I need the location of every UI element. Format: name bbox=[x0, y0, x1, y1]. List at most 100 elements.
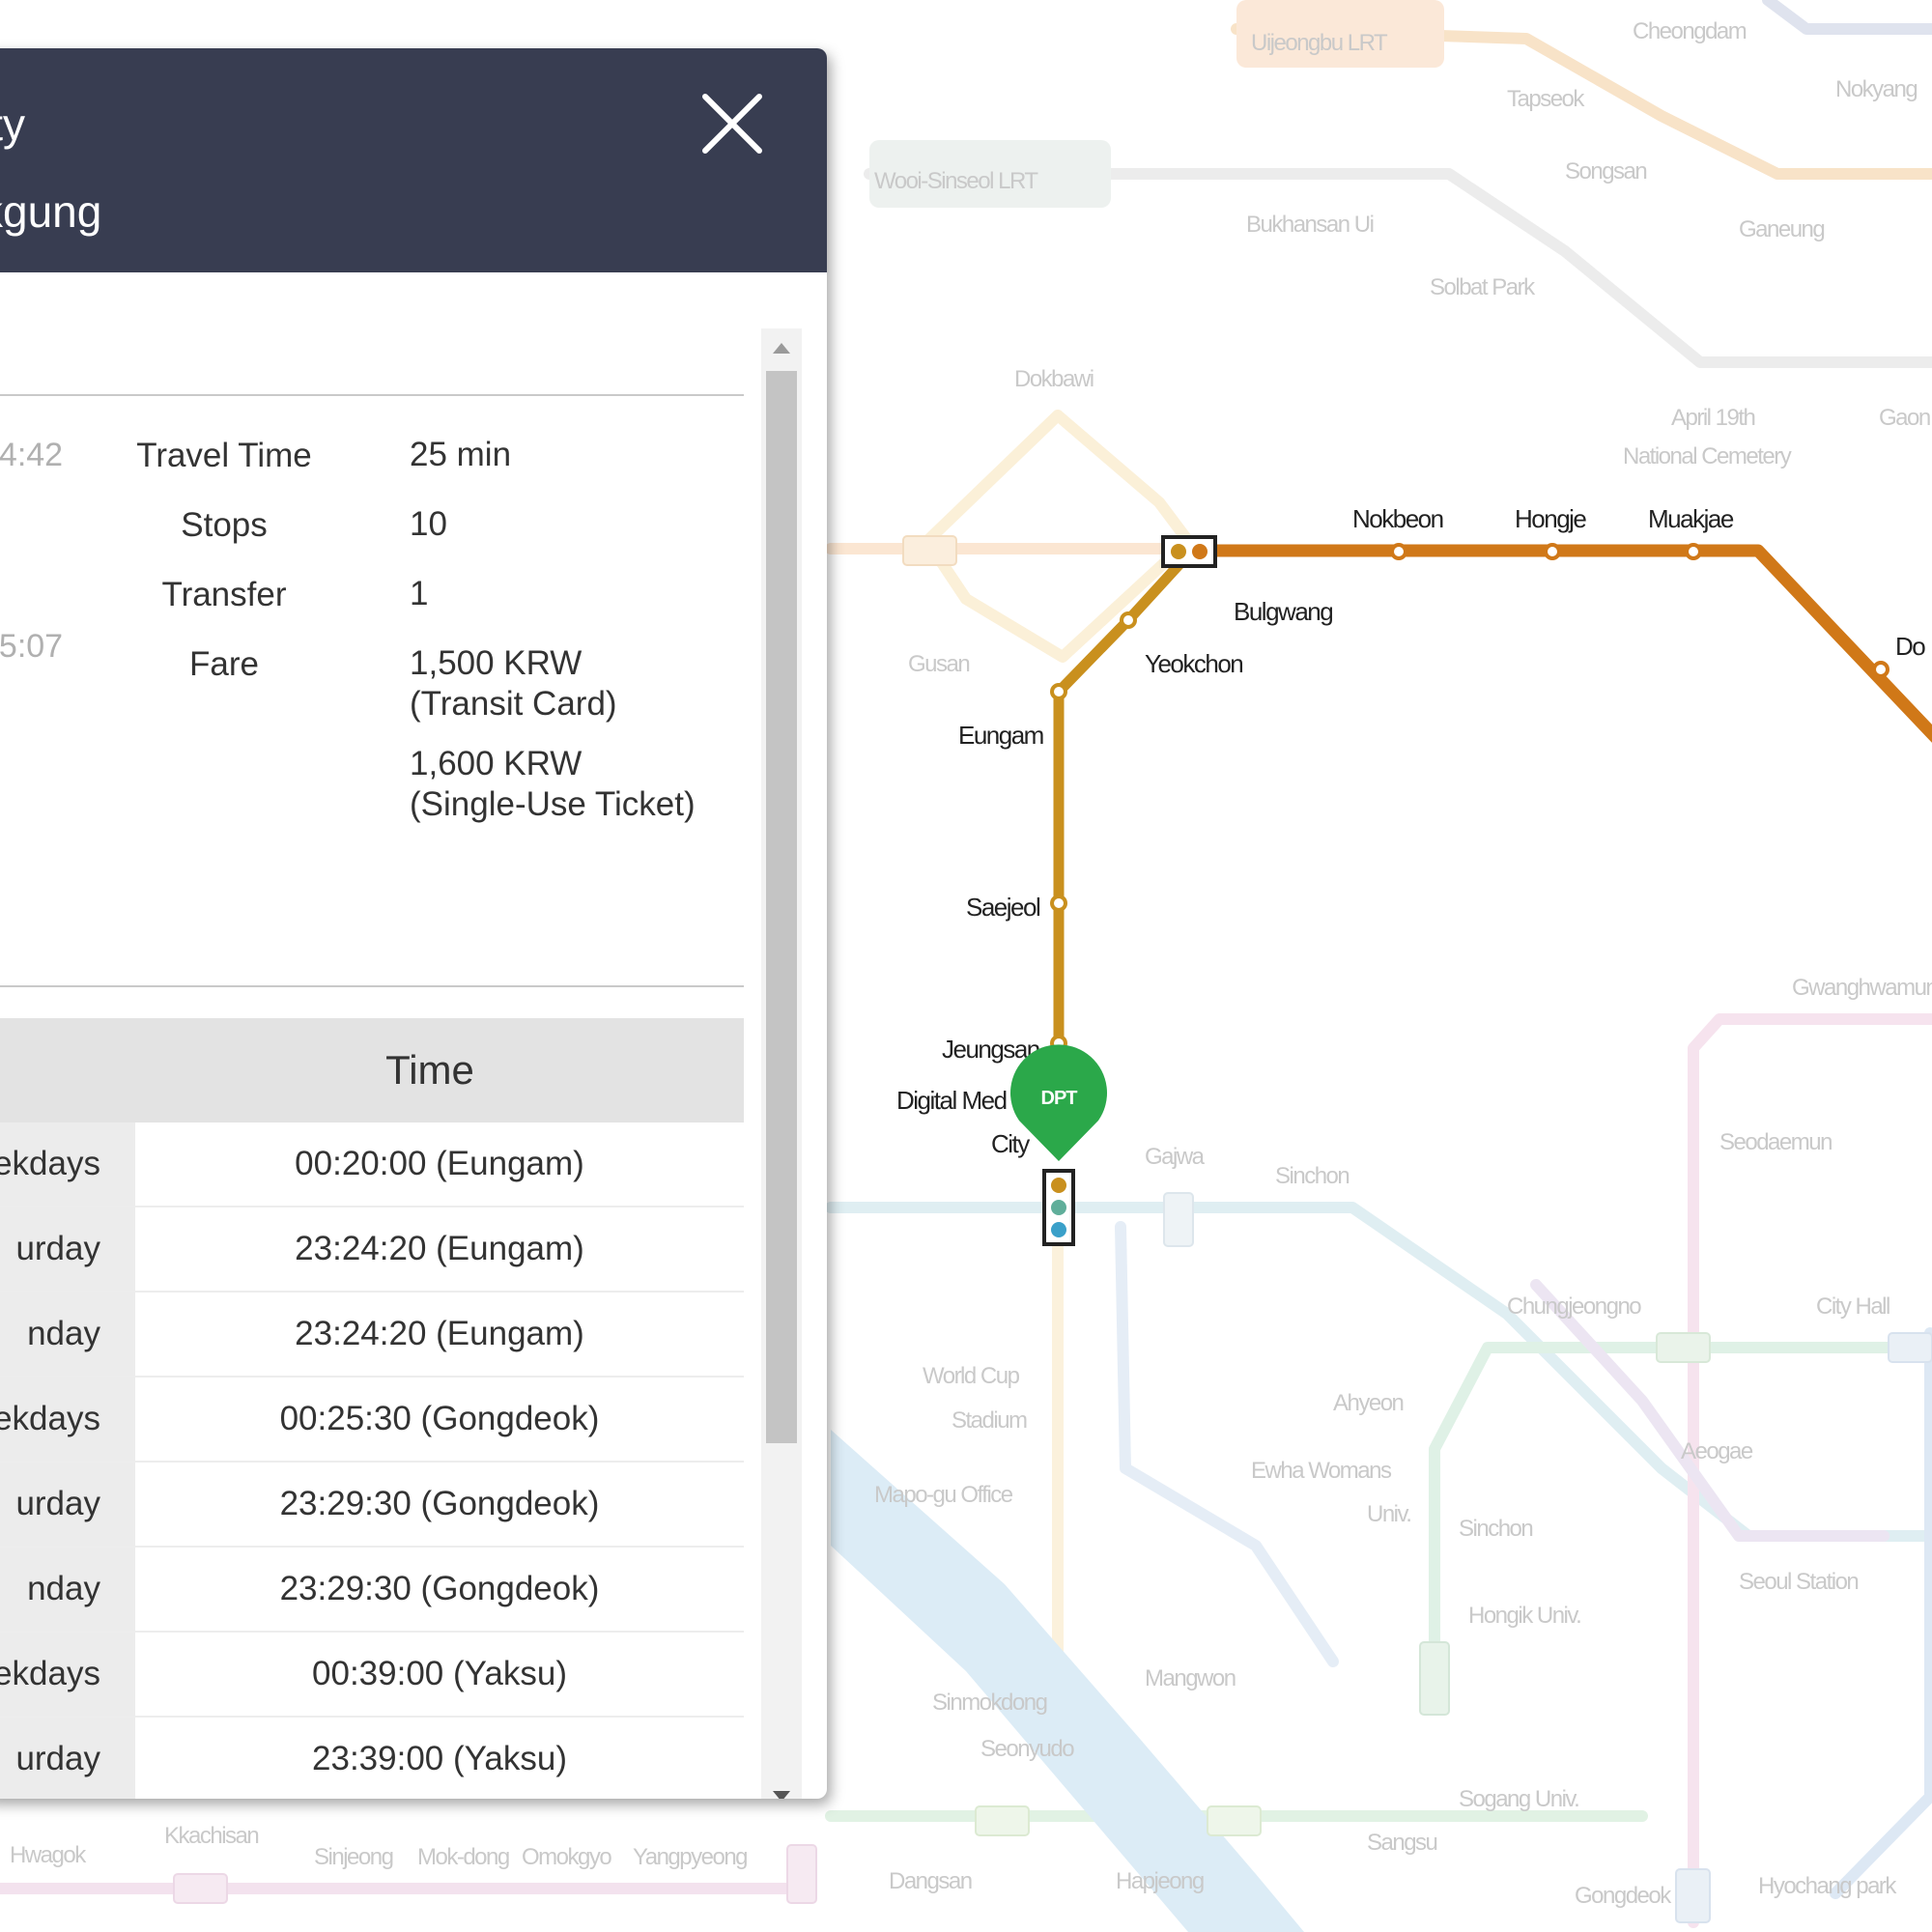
divider-bottom bbox=[0, 985, 744, 987]
faint-label-sinjeong: Sinjeong bbox=[314, 1844, 393, 1870]
label-nokbeon: Nokbeon bbox=[1352, 504, 1443, 533]
fare-card-note: (Transit Card) bbox=[410, 685, 617, 723]
route-body[interactable]: 14:42 15:07 Travel Time 25 min Stops 10 … bbox=[0, 272, 827, 1799]
travel-time-value: 25 min bbox=[410, 436, 512, 473]
transfer-dmc[interactable] bbox=[1042, 1169, 1075, 1246]
faint-line-blue-top bbox=[1762, 0, 1932, 35]
route-line-3 bbox=[1183, 544, 1932, 743]
station-dot-nokbeon[interactable] bbox=[1390, 543, 1407, 560]
faint-label-sogang: Sogang Univ. bbox=[1459, 1786, 1578, 1812]
scroll-up-button[interactable] bbox=[761, 328, 802, 369]
station-dot-hongje[interactable] bbox=[1544, 543, 1561, 560]
triangle-down-icon bbox=[773, 1791, 790, 1799]
fare-single-ticket: 1,600 KRW (Single-Use Ticket) bbox=[410, 744, 696, 825]
faint-label-tapseok: Tapseok bbox=[1507, 86, 1585, 112]
depart-time: 14:42 bbox=[0, 437, 64, 473]
faint-label-hwagok: Hwagok bbox=[10, 1842, 87, 1868]
faint-line-purple bbox=[1530, 1279, 1889, 1542]
faint-label-hongik: Hongik Univ. bbox=[1468, 1603, 1580, 1629]
label-eungam: Eungam bbox=[958, 721, 1043, 750]
faint-label-hapjeong: Hapjeong bbox=[1116, 1868, 1204, 1894]
faint-label-nokyang: Nokyang bbox=[1835, 76, 1917, 102]
faint-label-cityhall: City Hall bbox=[1816, 1293, 1889, 1320]
schedule-day: urday bbox=[0, 1463, 135, 1546]
faint-label-cheongdam: Cheongdam bbox=[1633, 18, 1747, 44]
faint-label-solbat: Solbat Park bbox=[1430, 274, 1536, 300]
faint-label-ganeung: Ganeung bbox=[1739, 216, 1824, 242]
transfer-bulgwang[interactable] bbox=[1161, 535, 1217, 568]
route-from-station: ity bbox=[0, 99, 25, 150]
schedule-time: 23:39:00 (Yaksu) bbox=[312, 1740, 567, 1777]
scroll-thumb[interactable] bbox=[766, 371, 797, 1443]
faint-label-ahyeon: Ahyeon bbox=[1333, 1390, 1404, 1416]
label-dongnimmun: Do bbox=[1895, 632, 1925, 661]
faint-label-gwanghwamun: Gwanghwamun bbox=[1792, 975, 1932, 1001]
schedule-day: urday bbox=[0, 1718, 135, 1799]
station-dot-yeokchon[interactable] bbox=[1120, 611, 1137, 629]
faint-label-bukhansan: Bukhansan Ui bbox=[1246, 212, 1374, 238]
faint-label-worldcup-1: World Cup bbox=[923, 1363, 1020, 1389]
route-to-station: kgung bbox=[0, 186, 102, 237]
schedule-day: urday bbox=[0, 1208, 135, 1291]
route-stations bbox=[1050, 543, 1889, 1052]
faint-label-sinchon: Sinchon bbox=[1275, 1163, 1349, 1189]
faint-label-ewha-1: Ewha Womans bbox=[1251, 1458, 1392, 1484]
faint-label-mangwon: Mangwon bbox=[1145, 1665, 1236, 1691]
panel-scrollbar[interactable] bbox=[761, 328, 802, 1799]
label-hongje: Hongje bbox=[1515, 504, 1586, 533]
schedule-time: 23:24:20 (Eungam) bbox=[295, 1230, 584, 1267]
fare-ticket-amount: 1,600 KRW bbox=[410, 745, 582, 782]
table-row: urday 23:29:30 (Gongdeok) bbox=[0, 1463, 744, 1548]
divider-top bbox=[0, 394, 744, 396]
faint-label-april19-1: April 19th bbox=[1671, 405, 1755, 431]
fare-label: Fare bbox=[189, 645, 259, 683]
faint-line-blue-mid2 bbox=[1115, 1221, 1339, 1667]
transfer-label: Transfer bbox=[161, 576, 287, 613]
faint-badge-uijeongbu: Uijeongbu LRT bbox=[1251, 30, 1388, 56]
close-button[interactable] bbox=[692, 83, 773, 164]
close-icon bbox=[702, 94, 762, 154]
schedule-time: 23:24:20 (Eungam) bbox=[295, 1315, 584, 1352]
faint-label-sinchon2: Sinchon bbox=[1459, 1516, 1532, 1542]
schedule-header-time: Time bbox=[385, 1047, 474, 1093]
label-muakjae: Muakjae bbox=[1648, 504, 1734, 533]
route-panel: ity kgung 14:42 15:07 Travel Time 25 min… bbox=[0, 48, 827, 1799]
schedule-time: 23:29:30 (Gongdeok) bbox=[279, 1570, 600, 1607]
table-row: nday 23:24:20 (Eungam) bbox=[0, 1293, 744, 1378]
faint-label-sangsu: Sangsu bbox=[1367, 1830, 1437, 1856]
faint-label-gusan: Gusan bbox=[908, 651, 969, 677]
scroll-down-button[interactable] bbox=[761, 1776, 802, 1799]
travel-time-label: Travel Time bbox=[136, 437, 312, 474]
fare-card-amount: 1,500 KRW bbox=[410, 644, 582, 682]
faint-label-worldcup-2: Stadium bbox=[952, 1407, 1027, 1434]
schedule-header: Time bbox=[0, 1018, 744, 1122]
schedule-time: 00:20:00 (Eungam) bbox=[295, 1145, 584, 1182]
schedule-day: nday bbox=[0, 1548, 135, 1631]
schedule-day: nday bbox=[0, 1293, 135, 1376]
faint-label-omokgyo: Omokgyo bbox=[522, 1844, 611, 1870]
faint-label-seoulstation: Seoul Station bbox=[1739, 1569, 1858, 1595]
label-yeokchon: Yeokchon bbox=[1145, 649, 1242, 678]
table-row: urday 23:24:20 (Eungam) bbox=[0, 1208, 744, 1293]
station-dot-muakjae[interactable] bbox=[1685, 543, 1702, 560]
stops-label: Stops bbox=[181, 506, 268, 544]
faint-label-songsan: Songsan bbox=[1565, 158, 1646, 185]
station-dot-saejeol[interactable] bbox=[1050, 895, 1067, 912]
faint-line-blue-right bbox=[1830, 1327, 1932, 1899]
station-dot-dongnimmun[interactable] bbox=[1872, 661, 1889, 678]
faint-badge-wooi-sinseol: Wooi-Sinseol LRT bbox=[874, 168, 1038, 194]
faint-label-ewha-2: Univ. bbox=[1367, 1501, 1410, 1527]
departure-marker-text: DPT bbox=[1041, 1088, 1078, 1109]
schedule-time: 00:39:00 (Yaksu) bbox=[312, 1655, 567, 1692]
schedule-day: ekdays bbox=[0, 1122, 135, 1206]
faint-label-dokbawi: Dokbawi bbox=[1014, 366, 1094, 392]
schedule-time: 23:29:30 (Gongdeok) bbox=[279, 1485, 600, 1522]
table-row: ekdays 00:25:30 (Gongdeok) bbox=[0, 1378, 744, 1463]
faint-label-seonyudo: Seonyudo bbox=[980, 1736, 1074, 1762]
station-dot-eungam[interactable] bbox=[1050, 683, 1067, 700]
faint-label-aeogae: Aeogae bbox=[1681, 1438, 1753, 1464]
stops-value: 10 bbox=[410, 505, 447, 543]
faint-label-chungjeongno: Chungjeongno bbox=[1507, 1293, 1641, 1320]
label-saejeol: Saejeol bbox=[966, 893, 1040, 922]
faint-label-mapoguoffice: Mapo-gu Office bbox=[874, 1482, 1013, 1508]
